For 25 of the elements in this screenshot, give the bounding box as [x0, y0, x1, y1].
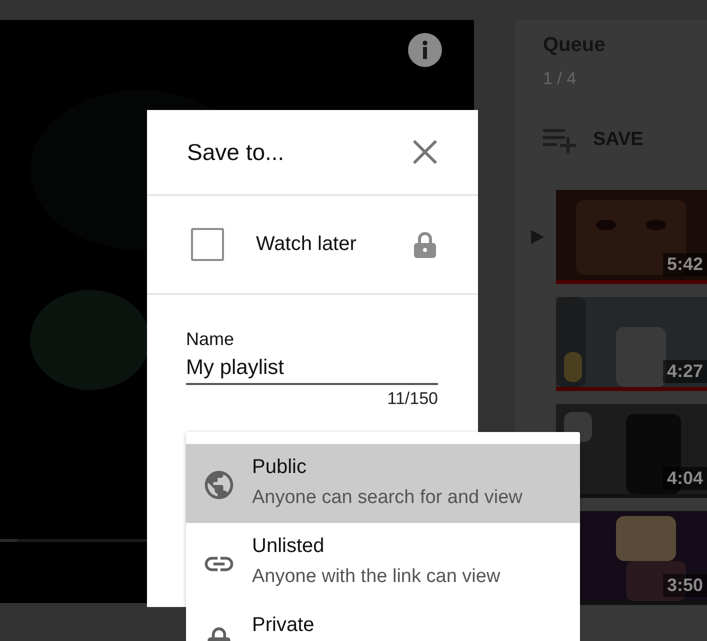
- privacy-option[interactable]: Private: [186, 602, 580, 641]
- video-duration: 3:50: [662, 574, 707, 597]
- option-label: Unlisted: [252, 535, 324, 558]
- info-icon[interactable]: [408, 33, 442, 67]
- playlist-add-icon: [543, 127, 577, 153]
- video-duration: 5:42: [662, 253, 707, 276]
- privacy-option[interactable]: Unlisted Anyone with the link can view: [186, 523, 580, 602]
- video-thumbnail[interactable]: 4:27: [556, 297, 707, 391]
- option-label: Private: [252, 614, 314, 637]
- close-button[interactable]: [412, 139, 438, 165]
- close-icon: [412, 139, 438, 165]
- privacy-option[interactable]: Public Anyone can search for and view: [186, 444, 580, 523]
- field-label: Name: [186, 329, 236, 350]
- character-counter: 11/150: [387, 389, 438, 409]
- name-input-field[interactable]: My playlist: [186, 356, 438, 385]
- playlist-label: Watch later: [256, 233, 358, 256]
- option-description: Anyone can search for and view: [252, 487, 522, 509]
- video-duration: 4:27: [662, 360, 707, 383]
- dialog-title: Save to...: [187, 138, 284, 166]
- video-duration: 4:04: [662, 467, 707, 490]
- globe-icon: [202, 468, 236, 502]
- option-label: Public: [252, 456, 306, 479]
- video-thumbnail[interactable]: 5:42: [556, 190, 707, 284]
- checkbox[interactable]: [191, 228, 224, 261]
- option-description: Anyone with the link can view: [252, 566, 500, 588]
